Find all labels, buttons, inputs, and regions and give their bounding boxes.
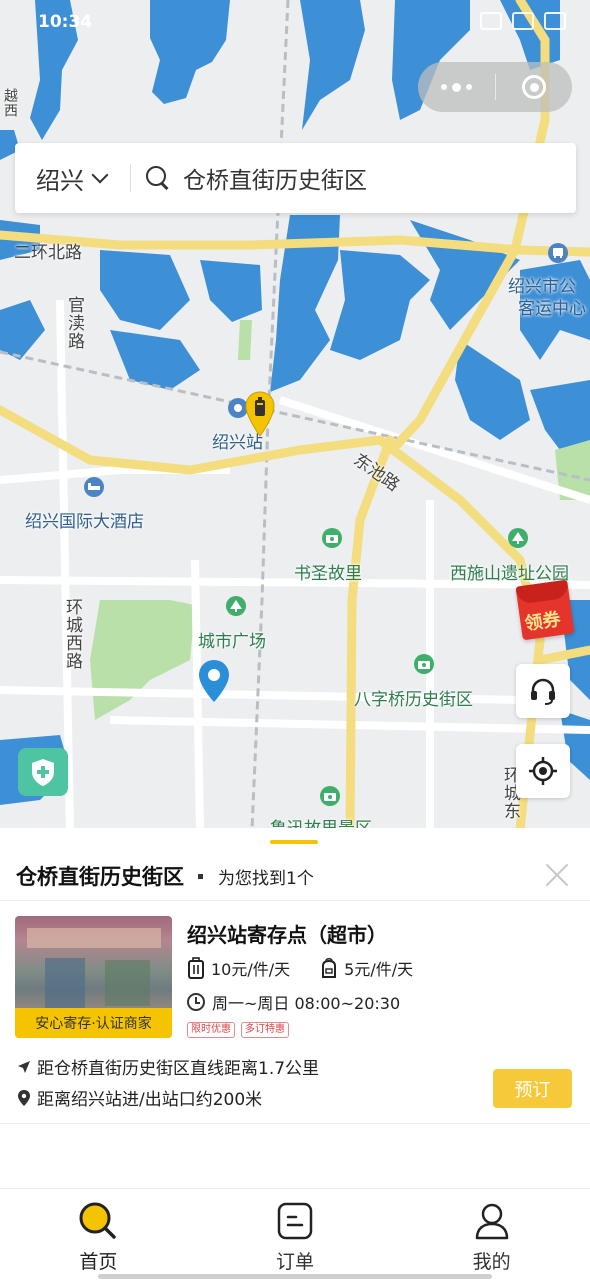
results-sheet: 仓桥直街历史街区 为您找到1个 安心寄存·认证商家 绍兴站寄存点（超市） 10元…	[0, 828, 590, 1188]
price-large-luggage: 10元/件/天	[211, 960, 291, 979]
coupon-label: 领券	[523, 609, 562, 635]
order-icon	[277, 1202, 313, 1240]
promo-tags: 限时优惠 多订特惠	[187, 1022, 289, 1038]
home-indicator	[98, 1274, 492, 1279]
promo-tag: 多订特惠	[241, 1022, 289, 1038]
luxun-camera-icon	[320, 786, 340, 806]
coupon-button[interactable]: 领券	[515, 575, 581, 641]
place-label-city-square: 城市广场	[198, 632, 266, 652]
promo-tag: 限时优惠	[187, 1022, 235, 1038]
tab-profile[interactable]: 我的	[393, 1189, 590, 1280]
clock-icon	[187, 993, 205, 1011]
exit-distance-text: 距离绍兴站进/出站口约200米	[37, 1090, 263, 1110]
backpack-icon	[322, 957, 337, 978]
customer-service-button[interactable]	[516, 664, 570, 718]
profile-icon	[475, 1203, 508, 1240]
price-small-luggage: 5元/件/天	[344, 960, 414, 979]
locate-me-button[interactable]	[516, 744, 570, 798]
place-label-hotel: 绍兴国际大酒店	[25, 512, 144, 532]
status-bar: 10:34	[0, 0, 590, 46]
results-title: 仓桥直街历史街区	[16, 865, 184, 889]
search-icon	[146, 166, 170, 190]
search-divider	[130, 164, 131, 192]
chevron-down-icon	[91, 166, 109, 183]
place-label-bus-center-2: 客运中心	[518, 299, 586, 319]
store-name: 绍兴站寄存点（超市）	[187, 923, 387, 947]
luggage-storage-pin-icon[interactable]	[244, 390, 276, 444]
red-envelope-icon: 领券	[515, 579, 575, 641]
wifi-icon	[512, 12, 534, 30]
road-label-huanchengxi: 环城西路	[62, 598, 82, 670]
navigation-arrow-icon	[18, 1060, 30, 1073]
more-menu-icon[interactable]	[418, 62, 495, 112]
certified-badge: 安心寄存·认证商家	[15, 1008, 172, 1038]
status-icons	[480, 12, 566, 30]
bus-station-icon	[548, 243, 568, 263]
tab-orders-label: 订单	[276, 1251, 315, 1273]
suitcase-icon	[188, 957, 204, 979]
tab-profile-label: 我的	[472, 1251, 511, 1273]
hours-row: 周一~周日 08:00~20:30	[187, 990, 400, 1014]
tab-orders[interactable]: 订单	[197, 1189, 394, 1280]
results-header: 仓桥直街历史街区 为您找到1个	[0, 850, 590, 902]
map-canvas	[0, 0, 590, 830]
place-label-shusheng: 书圣故里	[294, 564, 362, 584]
map-view[interactable]: 越西 二环北路 官渎路 绍兴市公 客运中心 绍兴站 东池路 绍兴国际大酒店 书圣…	[0, 0, 590, 830]
park-tree-icon	[508, 528, 528, 548]
tab-home-label: 首页	[79, 1251, 118, 1273]
historic-camera-icon	[414, 654, 434, 674]
road-label-guandu: 官渎路	[64, 296, 84, 350]
place-label-yuexi: 越西	[2, 88, 18, 118]
crosshair-icon	[529, 757, 557, 785]
bottom-tab-bar: 首页 订单 我的	[0, 1188, 590, 1280]
tab-home[interactable]: 首页	[0, 1189, 197, 1280]
distance-text: 距仓桥直街历史街区直线距离1.7公里	[37, 1059, 320, 1079]
signal-icon	[480, 12, 502, 30]
close-icon[interactable]	[544, 862, 570, 888]
shield-plus-icon	[32, 759, 54, 786]
city-selector[interactable]: 绍兴	[15, 143, 130, 213]
place-label-bazuqiao: 八字桥历史街区	[354, 690, 473, 710]
search-bar: 绍兴 仓桥直街历史街区	[15, 143, 576, 213]
sheet-handle[interactable]	[270, 840, 318, 844]
opening-hours: 周一~周日 08:00~20:30	[212, 994, 401, 1013]
road-label-erhuan: 二环北路	[14, 243, 82, 263]
miniprogram-capsule	[418, 62, 572, 112]
separator-dot	[198, 873, 203, 879]
store-photo: 安心寄存·认证商家	[15, 916, 172, 1038]
battery-icon	[544, 12, 566, 30]
headset-icon	[531, 678, 555, 705]
insurance-shield-button[interactable]	[18, 748, 68, 796]
city-label: 绍兴	[36, 166, 84, 195]
location-pin-icon	[197, 658, 231, 708]
hotel-icon	[84, 477, 104, 497]
exit-distance-row: 距离绍兴站进/出站口约200米	[17, 1085, 262, 1110]
book-button[interactable]: 预订	[493, 1069, 572, 1108]
card-divider	[0, 1123, 590, 1124]
store-card[interactable]: 安心寄存·认证商家 绍兴站寄存点（超市） 10元/件/天 5元/件/天 周一~周…	[0, 901, 590, 1123]
status-time: 10:34	[38, 12, 93, 32]
price-row: 10元/件/天 5元/件/天	[187, 956, 413, 980]
search-input[interactable]: 仓桥直街历史街区	[183, 161, 367, 195]
home-search-icon	[79, 1202, 117, 1239]
distance-row: 距仓桥直街历史街区直线距离1.7公里	[17, 1054, 319, 1079]
map-marker-icon	[18, 1089, 30, 1106]
scenic-camera-icon	[322, 528, 342, 548]
square-tree-icon	[226, 596, 246, 616]
close-miniprogram-icon[interactable]	[496, 62, 572, 112]
results-count: 为您找到1个	[218, 868, 314, 889]
